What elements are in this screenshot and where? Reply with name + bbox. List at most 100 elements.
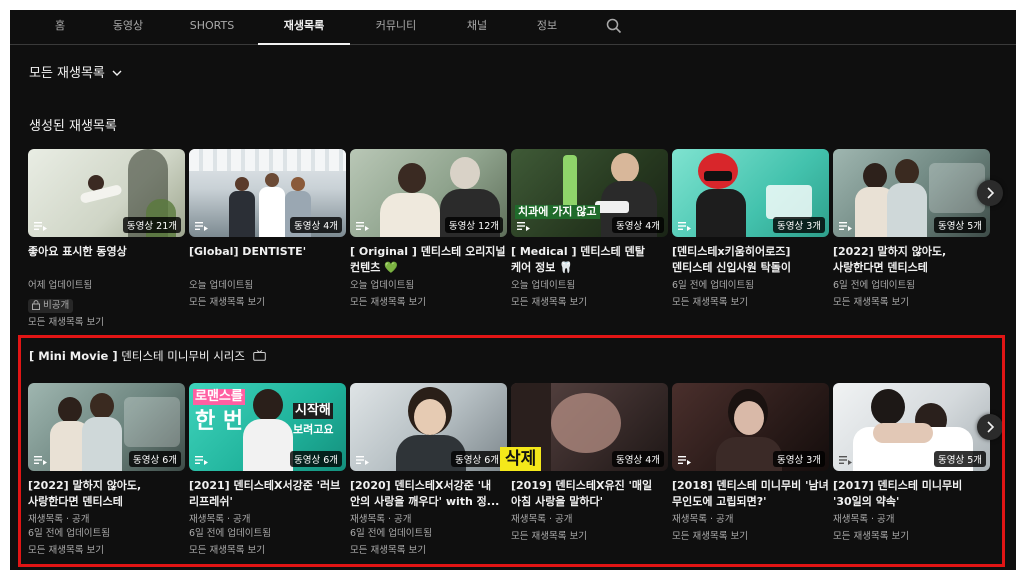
playlist-updated: 6일 전에 업데이트됨 (833, 280, 916, 291)
playlist-icon (839, 222, 852, 231)
playlist-icon (195, 222, 208, 231)
tab-playlists[interactable]: 재생목록 (258, 10, 350, 45)
playlist-icon (356, 456, 369, 465)
section-title-mini-movie[interactable]: [ Mini Movie ] 덴티스테 미니무비 시리즈 (29, 348, 266, 364)
playlist-updated: 6일 전에 업데이트됨 (189, 528, 272, 539)
playlist-title[interactable]: [Global] DENTISTE' (189, 244, 346, 276)
playlist-card[interactable]: 동영상 6개 [2022] 말하지 않아도, 사랑한다면 덴티스테 재생목록 ·… (28, 383, 185, 558)
tab-shorts[interactable]: SHORTS (182, 10, 242, 44)
playlist-thumbnail[interactable]: 로맨스를 한 번 시작해 보려고요 동영상 6개 (189, 383, 346, 471)
thumbnail-caption: 한 번 (195, 409, 244, 434)
tab-about[interactable]: 정보 (526, 10, 568, 44)
playlist-thumbnail[interactable]: 동영상 4개 (189, 149, 346, 237)
playlist-thumbnail[interactable]: 동영상 21개 (28, 149, 185, 237)
video-count-badge: 동영상 21개 (122, 217, 181, 233)
playlist-sort-label: 모든 재생목록 (29, 66, 105, 81)
video-count-badge: 동영상 4개 (611, 217, 664, 233)
playlist-thumbnail[interactable]: 동영상 3개 (672, 383, 829, 471)
view-full-playlist-link[interactable]: 모든 재생목록 보기 (189, 296, 346, 310)
playlist-title[interactable]: [2022] 말하지 않아도, 사랑한다면 덴티스테 (28, 478, 185, 510)
playlist-thumbnail[interactable]: 동영상 3개 (672, 149, 829, 237)
view-full-playlist-link[interactable]: 모든 재생목록 보기 (28, 316, 185, 330)
playlist-visibility: 재생목록 · 공개 (28, 514, 90, 525)
playlist-thumbnail[interactable]: 동영상 6개 (28, 383, 185, 471)
playlist-title[interactable]: [2021] 덴티스테X서강준 '러브 리프레쉬' (189, 478, 346, 510)
playlist-visibility: 재생목록 · 공개 (511, 514, 573, 525)
playlist-title[interactable]: [ Original ] 덴티스테 오리지널 컨텐츠 💚 (350, 244, 507, 276)
view-full-playlist-link[interactable]: 모든 재생목록 보기 (350, 296, 507, 310)
playlist-visibility: 재생목록 · 공개 (833, 514, 895, 525)
playlist-icon (678, 456, 691, 465)
playlist-sort-dropdown[interactable]: 모든 재생목록 (29, 62, 122, 81)
playlist-card[interactable]: 동영상 3개 [덴티스테x키움히어로즈] 덴티스테 신입사원 탁돌이 6일 전에… (672, 149, 829, 310)
tab-videos[interactable]: 동영상 (103, 10, 153, 44)
view-full-playlist-link[interactable]: 모든 재생목록 보기 (28, 544, 185, 558)
playlist-thumbnail[interactable]: 동영상 5개 (833, 383, 990, 471)
playlist-card[interactable]: 동영상 5개 [2022] 말하지 않아도, 사랑한다면 덴티스테 6일 전에 … (833, 149, 990, 310)
tv-icon (252, 350, 266, 361)
playlist-card[interactable]: 동영상 12개 [ Original ] 덴티스테 오리지널 컨텐츠 💚 오늘 … (350, 149, 507, 310)
playlist-thumbnail[interactable]: 동영상 12개 (350, 149, 507, 237)
chevron-down-icon (112, 66, 122, 81)
thumbnail-caption: 로맨스를 (193, 389, 245, 405)
view-full-playlist-link[interactable]: 모든 재생목록 보기 (511, 530, 668, 544)
view-full-playlist-link[interactable]: 모든 재생목록 보기 (672, 530, 829, 544)
video-count-badge: 동영상 6개 (450, 451, 503, 467)
view-full-playlist-link[interactable]: 모든 재생목록 보기 (672, 296, 829, 310)
playlist-card[interactable]: 치과에 가지 않고 동영상 4개 [ Medical ] 덴티스테 덴탈 케어 … (511, 149, 668, 310)
shelf-next-button[interactable] (977, 414, 1003, 440)
playlist-thumbnail[interactable]: 동영상 5개 (833, 149, 990, 237)
playlist-title[interactable]: [덴티스테x키움히어로즈] 덴티스테 신입사원 탁돌이 (672, 244, 829, 276)
video-count-badge: 동영상 5개 (933, 217, 986, 233)
playlist-card[interactable]: 동영상 5개 [2017] 덴티스테 미니무비 '30일의 약속' 재생목록 ·… (833, 383, 990, 544)
search-icon[interactable] (606, 18, 624, 36)
playlist-card[interactable]: 동영상 6개 [2020] 덴티스테X서강준 '내 안의 사랑을 깨우다' wi… (350, 383, 507, 558)
tab-community[interactable]: 커뮤니티 (366, 10, 426, 44)
view-full-playlist-link[interactable]: 모든 재생목록 보기 (350, 544, 507, 558)
playlist-visibility: 재생목록 · 공개 (350, 514, 412, 525)
thumbnail-caption: 보려고요 (293, 423, 334, 436)
playlist-icon (517, 222, 530, 231)
view-full-playlist-link[interactable]: 모든 재생목록 보기 (511, 296, 668, 310)
playlist-updated: 어제 업데이트됨 (28, 280, 93, 291)
playlist-icon (356, 222, 369, 231)
playlist-card[interactable]: 동영상 4개 [Global] DENTISTE' 오늘 업데이트됨 모든 재생… (189, 149, 346, 310)
playlist-card[interactable]: 로맨스를 한 번 시작해 보려고요 동영상 6개 [2021] 덴티스테X서강준… (189, 383, 346, 558)
view-full-playlist-link[interactable]: 모든 재생목록 보기 (833, 296, 990, 310)
playlist-title[interactable]: [2019] 덴티스테X유진 '매일 아침 사랑을 말하다' (511, 478, 668, 510)
chevron-right-icon (987, 421, 995, 433)
playlist-title[interactable]: [2018] 덴티스테 미니무비 '남녀 무인도에 고립되면?' (672, 478, 829, 510)
playlist-updated: 오늘 업데이트됨 (189, 280, 254, 291)
playlist-icon (34, 456, 47, 465)
playlist-visibility: 재생목록 · 공개 (189, 514, 251, 525)
playlist-icon (678, 222, 691, 231)
playlist-updated: 6일 전에 업데이트됨 (28, 528, 111, 539)
playlist-title[interactable]: 좋아요 표시한 동영상 (28, 244, 185, 276)
channel-tabs: 홈 동영상 SHORTS 재생목록 커뮤니티 채널 정보 (10, 10, 1016, 45)
playlist-updated: 오늘 업데이트됨 (511, 280, 576, 291)
view-full-playlist-link[interactable]: 모든 재생목록 보기 (833, 530, 990, 544)
video-count-badge: 동영상 6개 (128, 451, 181, 467)
lock-icon (32, 300, 40, 310)
playlist-card[interactable]: 동영상 21개 좋아요 표시한 동영상 어제 업데이트됨 비공개 모든 재생목록… (28, 149, 185, 330)
chevron-right-icon (987, 187, 995, 199)
playlist-title[interactable]: [ Medical ] 덴티스테 덴탈 케어 정보 🦷 (511, 244, 668, 276)
tab-channels[interactable]: 채널 (456, 10, 498, 44)
private-badge: 비공개 (28, 299, 74, 313)
playlist-title[interactable]: [2020] 덴티스테X서강준 '내 안의 사랑을 깨우다' with 정... (350, 478, 507, 510)
video-count-badge: 동영상 4개 (289, 217, 342, 233)
shelf-next-button[interactable] (977, 180, 1003, 206)
playlist-card[interactable]: 동영상 3개 [2018] 덴티스테 미니무비 '남녀 무인도에 고립되면?' … (672, 383, 829, 544)
video-count-badge: 동영상 4개 (611, 451, 664, 467)
video-count-badge: 동영상 3개 (772, 451, 825, 467)
playlist-title[interactable]: [2017] 덴티스테 미니무비 '30일의 약속' (833, 478, 990, 510)
view-full-playlist-link[interactable]: 모든 재생목록 보기 (189, 544, 346, 558)
playlist-thumbnail[interactable]: 치과에 가지 않고 동영상 4개 (511, 149, 668, 237)
thumbnail-caption: 치과에 가지 않고 (515, 205, 600, 219)
playlist-icon (839, 456, 852, 465)
playlist-title[interactable]: [2022] 말하지 않아도, 사랑한다면 덴티스테 (833, 244, 990, 276)
tab-home[interactable]: 홈 (44, 10, 76, 44)
playlist-thumbnail[interactable]: 동영상 6개 (350, 383, 507, 471)
playlist-updated: 6일 전에 업데이트됨 (350, 528, 433, 539)
channel-page: 홈 동영상 SHORTS 재생목록 커뮤니티 채널 정보 모든 재생목록 생성된… (10, 10, 1016, 570)
